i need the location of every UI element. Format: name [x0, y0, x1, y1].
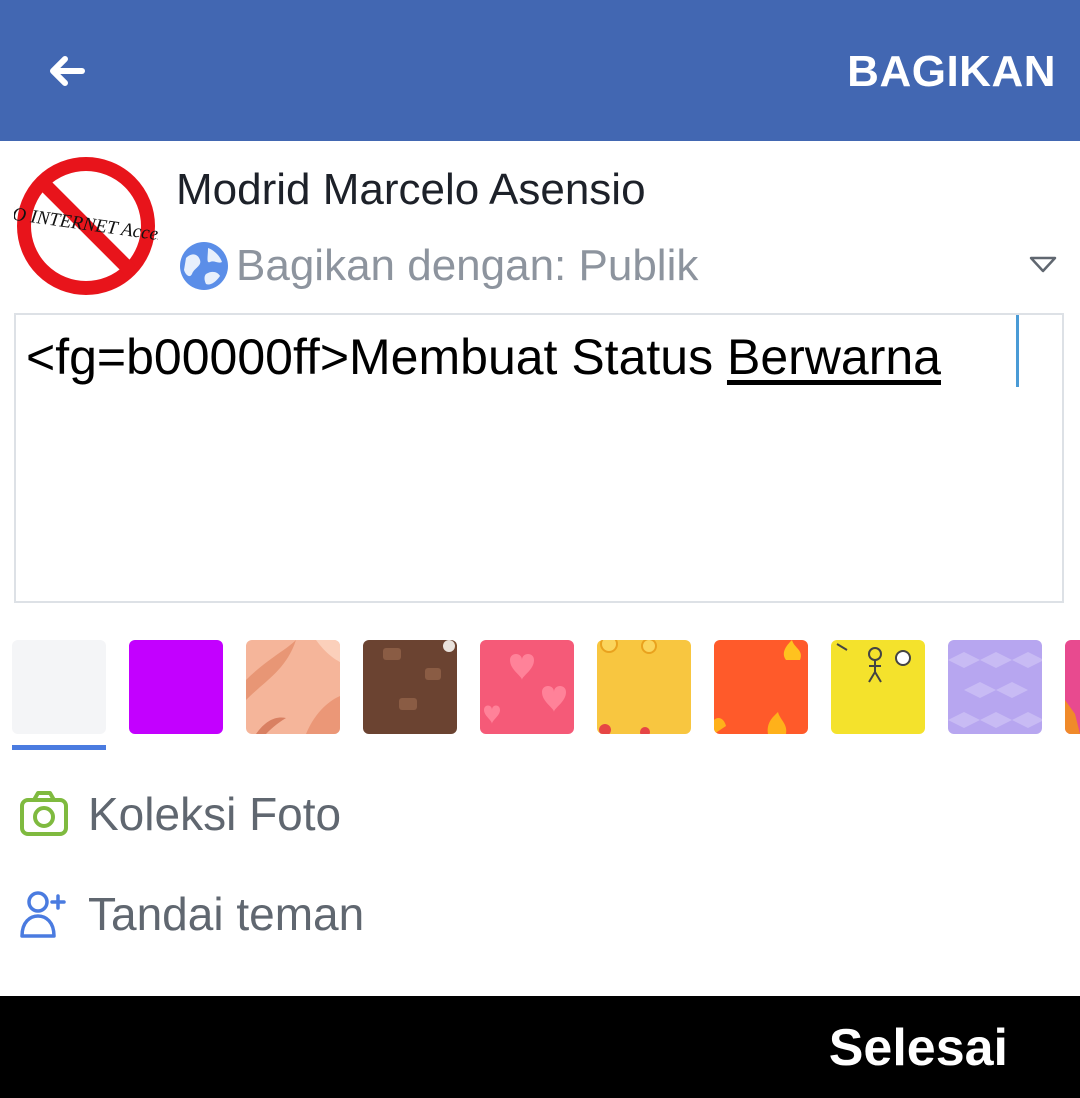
status-text-prefix: <fg=b00000ff>Membuat Status — [26, 329, 727, 385]
status-text-underlined: Berwarna — [726, 329, 941, 385]
background-swatch-plain[interactable] — [12, 640, 106, 734]
background-swatch-pink-partial[interactable] — [1065, 640, 1080, 734]
status-text: <fg=b00000ff>Membuat Status Berwarna — [26, 327, 941, 387]
background-swatch-chocolate[interactable] — [363, 640, 457, 734]
arrow-left-icon — [50, 56, 85, 86]
background-swatch-lavender[interactable] — [948, 640, 1042, 734]
privacy-selector[interactable]: Bagikan dengan: Publik — [178, 238, 1068, 294]
background-swatch-purple[interactable] — [129, 640, 223, 734]
selected-swatch-indicator — [12, 745, 106, 750]
menu-item-photo-collection[interactable]: Koleksi Foto — [0, 774, 1080, 854]
background-swatch-peach-leaves[interactable] — [246, 640, 340, 734]
top-app-bar: BAGIKAN — [0, 0, 1080, 141]
back-button[interactable] — [40, 46, 94, 96]
add-person-icon — [20, 891, 66, 938]
background-swatch-hearts[interactable] — [480, 640, 574, 734]
done-button[interactable]: Selesai — [829, 1018, 1008, 1078]
background-swatch-yellow-doodle[interactable] — [831, 640, 925, 734]
camera-icon — [20, 791, 68, 836]
triangle-down-icon — [1029, 256, 1057, 273]
menu-item-label: Tandai teman — [88, 888, 365, 940]
menu-item-tag-friends[interactable]: Tandai teman — [0, 874, 1080, 954]
background-swatch-emoji[interactable] — [597, 640, 691, 734]
share-button[interactable]: BAGIKAN — [847, 44, 1056, 100]
status-text-area[interactable]: <fg=b00000ff>Membuat Status Berwarna — [14, 313, 1064, 603]
privacy-label: Bagikan dengan: Publik — [236, 241, 699, 290]
menu-item-label: Koleksi Foto — [88, 788, 342, 840]
background-picker — [0, 640, 1080, 734]
globe-icon — [180, 242, 228, 290]
background-swatch-fire[interactable] — [714, 640, 808, 734]
text-cursor — [1016, 315, 1019, 387]
user-name: Modrid Marcelo Asensio — [176, 165, 646, 214]
bottom-bar: Selesai — [0, 996, 1080, 1098]
avatar[interactable]: NO INTERNET Access — [0, 156, 174, 296]
